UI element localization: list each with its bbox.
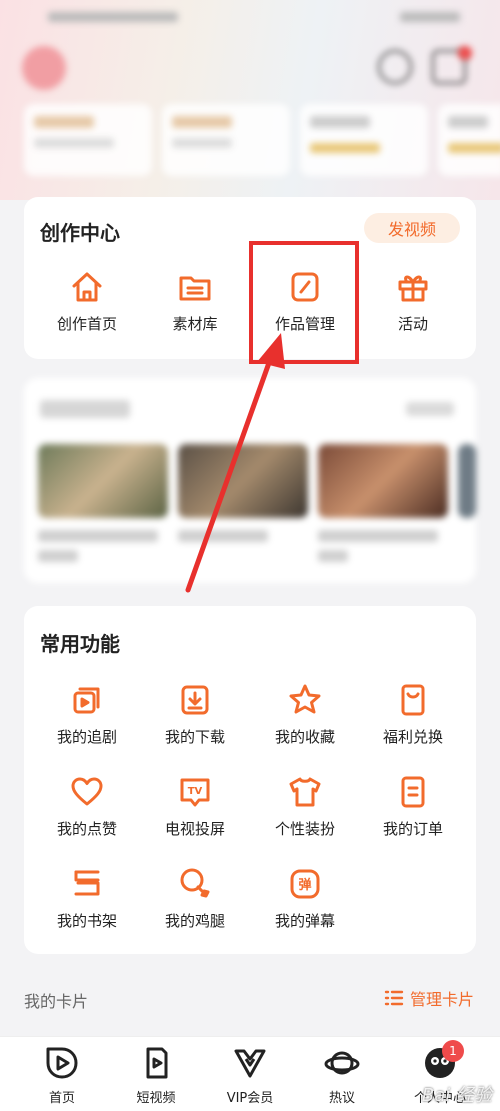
- welfare-exchange-item[interactable]: 福利兑换: [358, 682, 468, 747]
- status-bar: [48, 8, 460, 28]
- planet-icon: [324, 1051, 360, 1075]
- scan-icon[interactable]: [378, 50, 412, 84]
- history-thumbnail[interactable]: [178, 444, 308, 518]
- play-circle-icon: [46, 1047, 78, 1079]
- play-stack-icon: [73, 687, 100, 714]
- watch-history-more[interactable]: [406, 402, 454, 416]
- activity-label: 活动: [397, 315, 428, 333]
- folder-icon: [179, 276, 211, 301]
- danmaku-glyph: 弹: [298, 877, 311, 893]
- my-likes-item[interactable]: 我的点赞: [32, 774, 142, 839]
- creation-home-label: 创作首页: [56, 315, 117, 333]
- home-icon: [72, 272, 102, 302]
- vip-card[interactable]: [300, 104, 428, 176]
- tab-home-label: 首页: [48, 1091, 75, 1106]
- my-series-item[interactable]: 我的追剧: [32, 682, 142, 747]
- tv-cast-item[interactable]: TV 电视投屏: [140, 774, 250, 839]
- coupon-icon: [401, 684, 425, 716]
- activity-item[interactable]: 活动: [358, 269, 468, 334]
- my-downloads-item[interactable]: 我的下载: [140, 682, 250, 747]
- my-favorites-label: 我的收藏: [274, 728, 335, 746]
- creation-center-title: 创作中心: [40, 221, 120, 245]
- tab-hot-discussion[interactable]: 热议: [292, 1045, 392, 1106]
- welfare-exchange-label: 福利兑换: [382, 728, 443, 746]
- creation-home-item[interactable]: 创作首页: [32, 269, 142, 334]
- my-series-label: 我的追剧: [56, 728, 117, 746]
- my-downloads-label: 我的下载: [164, 728, 225, 746]
- common-functions-title: 常用功能: [40, 632, 120, 656]
- personal-dress-item[interactable]: 个性装扮: [250, 774, 360, 839]
- my-orders-item[interactable]: 我的订单: [358, 774, 468, 839]
- my-bookshelf-label: 我的书架: [56, 912, 117, 930]
- tv-glyph: TV: [188, 786, 203, 797]
- message-badge: [458, 46, 472, 60]
- tab-vip[interactable]: VIP会员: [200, 1045, 300, 1106]
- history-thumbnail[interactable]: [38, 444, 168, 518]
- vip-strip: [24, 104, 500, 176]
- vip-crown-icon: [234, 1049, 266, 1078]
- danmaku-icon: 弹: [290, 869, 320, 899]
- material-library-item[interactable]: 素材库: [140, 269, 250, 334]
- tab-vip-label: VIP会员: [226, 1091, 274, 1106]
- heart-icon: [71, 777, 103, 806]
- highlight-box: [249, 241, 359, 364]
- tab-home[interactable]: 首页: [12, 1045, 112, 1106]
- my-danmaku-item[interactable]: 弹 我的弹幕: [250, 866, 360, 931]
- watch-history-card: [24, 378, 476, 583]
- tv-cast-icon: TV: [180, 778, 210, 807]
- star-icon: [289, 684, 321, 714]
- history-caption: [38, 550, 78, 562]
- my-likes-label: 我的点赞: [56, 820, 117, 838]
- tab-short-video-label: 短视频: [136, 1091, 176, 1106]
- vip-card[interactable]: [162, 104, 290, 176]
- personal-dress-label: 个性装扮: [274, 820, 335, 838]
- history-caption: [178, 530, 268, 542]
- my-danmaku-label: 我的弹幕: [274, 912, 335, 930]
- tshirt-icon: [289, 777, 321, 807]
- bookshelf-icon: [74, 870, 100, 896]
- tab-short-video[interactable]: 短视频: [106, 1045, 206, 1106]
- user-avatar[interactable]: [22, 46, 66, 90]
- history-thumbnail[interactable]: [458, 444, 476, 518]
- publish-video-button[interactable]: 发视频: [364, 213, 460, 243]
- my-bookshelf-item[interactable]: 我的书架: [32, 866, 142, 931]
- watermark: Bai 经验: [421, 1085, 492, 1106]
- my-favorites-item[interactable]: 我的收藏: [250, 682, 360, 747]
- vip-card[interactable]: [438, 104, 500, 176]
- my-drumstick-label: 我的鸡腿: [164, 912, 225, 930]
- my-orders-label: 我的订单: [382, 820, 443, 838]
- tv-cast-label: 电视投屏: [164, 820, 225, 838]
- manage-cards-label: 管理卡片: [409, 990, 474, 1009]
- gift-icon: [398, 275, 428, 302]
- common-functions-card: 常用功能 我的追剧 我的下载 我的收藏 福利兑换 我的点赞 TV 电视投屏 个性…: [24, 606, 476, 954]
- my-cards-label: 我的卡片: [24, 992, 89, 1011]
- history-caption: [318, 550, 348, 562]
- material-library-label: 素材库: [172, 315, 218, 333]
- list-icon: [384, 990, 404, 1006]
- download-icon: [181, 685, 209, 715]
- history-caption: [318, 530, 438, 542]
- watch-history-title: [40, 400, 130, 418]
- vip-card[interactable]: [24, 104, 152, 176]
- my-drumstick-item[interactable]: 我的鸡腿: [140, 866, 250, 931]
- order-icon: [401, 776, 425, 808]
- short-video-icon: [146, 1047, 168, 1079]
- manage-cards-button[interactable]: 管理卡片: [384, 986, 474, 1010]
- history-thumbnail[interactable]: [318, 444, 448, 518]
- drumstick-icon: [180, 868, 210, 898]
- tab-hot-discussion-label: 热议: [328, 1091, 355, 1106]
- history-caption: [38, 530, 158, 542]
- profile-badge: 1: [442, 1040, 464, 1062]
